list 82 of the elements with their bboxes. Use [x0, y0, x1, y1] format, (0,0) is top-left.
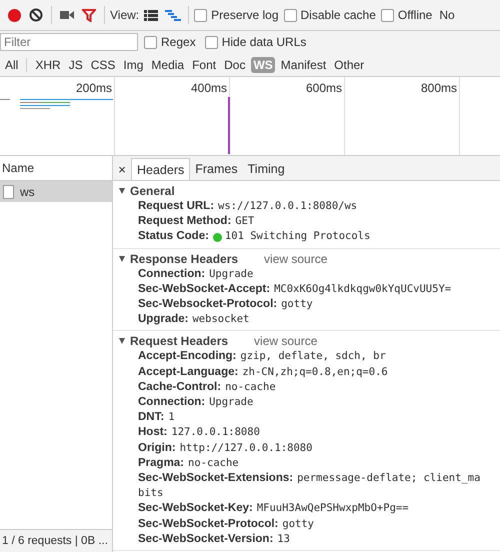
header-name: Connection:: [138, 395, 206, 410]
type-filter-tab[interactable]: Doc: [222, 56, 248, 72]
view-label: View:: [110, 8, 140, 22]
filter-field[interactable]: Filter: [0, 33, 138, 51]
disclosure-triangle-icon[interactable]: [119, 338, 125, 344]
timeline-tick-label: 800ms: [420, 80, 458, 95]
view-source-link[interactable]: view source: [264, 252, 328, 266]
view-source-link[interactable]: view source: [254, 334, 318, 348]
header-value: 13: [277, 532, 290, 547]
header-value: bits: [138, 486, 164, 502]
header-value: MC0xK6Og4lkdkqgw0kYqUCvUU5Y=: [274, 282, 452, 297]
load-event-line: [228, 97, 230, 154]
filter-icon: [82, 8, 96, 22]
type-filter-tab[interactable]: Img: [121, 56, 146, 72]
type-filter-tab[interactable]: Font: [190, 56, 218, 72]
header-value: no-cache: [188, 456, 239, 471]
header-value: websocket: [192, 312, 250, 328]
header-name: Request Method:: [138, 214, 232, 230]
header-name: Accept-Encoding:: [138, 349, 236, 364]
header-name: Status Code:: [138, 229, 209, 244]
status-bar: 1 / 6 requests | 0B ...: [0, 529, 112, 552]
timeline-tick-label: 600ms: [306, 80, 343, 95]
type-filter-tab[interactable]: Other: [332, 56, 366, 72]
timeline-tick-label: 400ms: [190, 80, 228, 95]
header-value: gotty: [282, 516, 314, 532]
header-value: permessage-deflate; client_ma: [297, 471, 480, 486]
header-value: Upgrade: [209, 266, 254, 282]
header-name: Connection:: [138, 266, 206, 282]
header-name: Request URL:: [138, 199, 214, 214]
header-value: gzip, deflate, sdch, br: [240, 349, 386, 364]
header-value: ws://127.0.0.1:8080/ws: [218, 199, 358, 214]
header-name: Sec-WebSocket-Accept:: [138, 282, 270, 297]
option-checkbox[interactable]: Regex: [144, 35, 196, 49]
section-title[interactable]: General: [130, 184, 175, 198]
header-name: Sec-WebSocket-Protocol:: [138, 516, 278, 532]
disclosure-triangle-icon[interactable]: [119, 188, 125, 194]
type-filter-tab[interactable]: CSS: [88, 56, 118, 72]
option-checkbox[interactable]: Preserve log: [194, 8, 279, 22]
type-filter-tab[interactable]: Media: [149, 56, 186, 72]
section-title[interactable]: Request Headers: [130, 334, 228, 348]
header-name: Origin:: [138, 440, 176, 456]
list-icon: [144, 10, 158, 20]
header-value: 101 Switching Protocols: [224, 229, 370, 244]
video-camera-icon: [60, 10, 74, 20]
header-value: gotty: [281, 297, 313, 312]
header-value: Upgrade: [209, 395, 254, 410]
header-name: Sec-WebSocket-Version:: [138, 532, 274, 547]
type-filter-tab[interactable]: JS: [66, 56, 85, 72]
header-value: MFuuH3AwQePSHwxpMbO+Pg==: [256, 501, 409, 516]
header-name: Cache-Control:: [138, 380, 222, 395]
disclosure-triangle-icon[interactable]: [119, 256, 125, 262]
header-name: Accept-Language:: [138, 364, 238, 380]
detail-tab[interactable]: Headers: [131, 158, 190, 180]
detail-tab[interactable]: Frames: [190, 158, 243, 180]
header-name: Upgrade:: [138, 312, 188, 328]
header-value: zh-CN,zh;q=0.8,en;q=0.6: [242, 364, 388, 380]
header-name: Host:: [138, 425, 168, 440]
detail-tab[interactable]: Timing: [242, 158, 290, 180]
waterfall-icon: [165, 10, 182, 20]
option-checkbox[interactable]: Offline: [380, 8, 432, 22]
header-value: http://127.0.0.1:8080: [180, 440, 312, 456]
type-filter-tab[interactable]: XHR: [33, 56, 63, 72]
request-row[interactable]: ws: [0, 181, 112, 202]
type-filter-tab[interactable]: Manifest: [278, 56, 328, 72]
header-name: Pragma:: [138, 456, 184, 471]
header-value: no-cache: [225, 380, 276, 395]
header-value: GET: [235, 214, 254, 230]
option-checkbox[interactable]: Disable cache: [284, 8, 376, 22]
close-button[interactable]: ×: [113, 158, 131, 180]
clear-icon: [29, 8, 43, 22]
header-name: DNT:: [138, 410, 164, 426]
type-filter-tab[interactable]: All: [3, 56, 20, 72]
header-value: 127.0.0.1:8080: [171, 425, 260, 440]
header-name: Sec-WebSocket-Key:: [138, 501, 253, 516]
timeline-tick-label: 200ms: [76, 80, 113, 95]
header-value: 1: [168, 410, 175, 426]
option-checkbox[interactable]: Hide data URLs: [204, 35, 306, 49]
document-icon: [3, 184, 14, 198]
header-name: Sec-Websocket-Protocol:: [138, 297, 278, 312]
section-title[interactable]: Response Headers: [130, 252, 238, 266]
throttling-dropdown[interactable]: No: [439, 8, 455, 22]
header-name: Sec-WebSocket-Extensions:: [138, 471, 294, 486]
